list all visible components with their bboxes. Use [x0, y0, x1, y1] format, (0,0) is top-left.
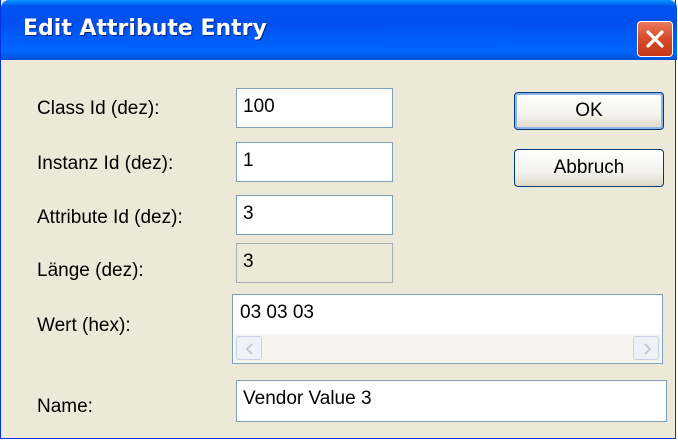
instanz-id-label: Instanz Id (dez): [37, 153, 174, 174]
name-label: Name: [37, 396, 93, 417]
wert-textarea[interactable]: 03 03 03 [232, 294, 663, 364]
wert-value: 03 03 03 [240, 302, 314, 323]
wert-label: Wert (hex): [37, 315, 131, 336]
window-title: Edit Attribute Entry [23, 16, 267, 41]
close-button[interactable] [637, 21, 673, 57]
scroll-right-button[interactable] [633, 336, 659, 360]
name-input[interactable]: Vendor Value 3 [236, 380, 667, 422]
scroll-left-button[interactable] [236, 336, 262, 360]
laenge-field: 3 [236, 243, 393, 283]
horizontal-scrollbar[interactable] [234, 334, 661, 362]
class-id-label: Class Id (dez): [37, 98, 160, 119]
laenge-label: Länge (dez): [37, 260, 144, 281]
instanz-id-input[interactable]: 1 [236, 142, 393, 182]
dialog-body: Class Id (dez): 100 Instanz Id (dez): 1 … [5, 60, 673, 435]
title-bar[interactable]: Edit Attribute Entry [1, 0, 677, 60]
cancel-button[interactable]: Abbruch [514, 149, 664, 187]
dialog-window: Edit Attribute Entry Class Id (dez): 100… [0, 0, 677, 439]
class-id-input[interactable]: 100 [236, 88, 393, 128]
attribute-id-label: Attribute Id (dez): [37, 207, 183, 228]
attribute-id-input[interactable]: 3 [236, 195, 393, 235]
ok-button[interactable]: OK [514, 92, 664, 130]
